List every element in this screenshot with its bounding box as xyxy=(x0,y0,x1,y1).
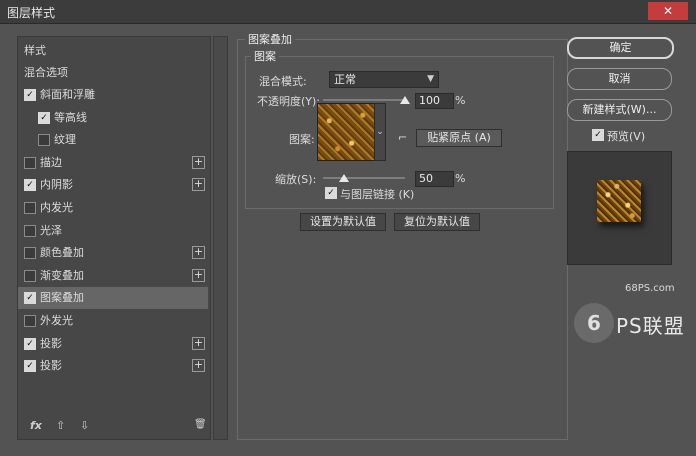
style-list-panel: 样式 混合选项 ✓ 斜面和浮雕 ✓ 等高线 纹理 描边 + ✓ 内阴影 + 内发光 光泽 颜色叠加 + 渐变… xyxy=(17,36,211,440)
blend-mode-value: 正常 xyxy=(334,73,356,86)
cancel-button[interactable]: 取消 xyxy=(567,68,672,90)
add-effect-icon[interactable]: + xyxy=(192,246,205,260)
effect-item[interactable]: 纹理 xyxy=(18,129,208,151)
pattern-swatch[interactable] xyxy=(317,103,375,161)
window-title: 图层样式 xyxy=(7,6,56,20)
effect-item[interactable]: 外发光 xyxy=(18,310,208,332)
scale-percent: % xyxy=(455,172,466,185)
watermark-logo-icon: 6 xyxy=(574,303,614,343)
scale-input[interactable]: 50 xyxy=(415,171,454,187)
set-default-button[interactable]: 设置为默认值 xyxy=(300,213,386,231)
effect-label: 外发光 xyxy=(40,314,73,327)
scale-slider[interactable] xyxy=(323,177,405,179)
effect-label: 描边 xyxy=(40,155,62,169)
effect-item[interactable]: ✓ 等高线 xyxy=(18,107,208,129)
effect-item[interactable]: 颜色叠加 + xyxy=(18,242,208,264)
snap-origin-button[interactable]: 贴紧原点 (A) xyxy=(416,129,502,147)
opacity-percent: % xyxy=(455,94,466,107)
style-preview xyxy=(567,151,672,265)
effect-item[interactable]: ✓ 图案叠加 xyxy=(18,287,208,310)
blend-mode-select[interactable]: 正常 ▼ xyxy=(329,71,439,88)
effect-item[interactable]: ✓ 斜面和浮雕 xyxy=(18,84,208,106)
effect-checkbox[interactable] xyxy=(24,247,36,260)
effect-checkbox[interactable] xyxy=(24,156,36,169)
styles-header[interactable]: 样式 xyxy=(18,40,208,62)
effect-label: 图案叠加 xyxy=(40,291,84,305)
preview-checkbox[interactable]: ✓ xyxy=(592,129,604,141)
preview-label: 预览(V) xyxy=(607,130,646,143)
opacity-slider[interactable] xyxy=(323,99,405,101)
effect-item[interactable]: ✓ 投影 + xyxy=(18,333,208,355)
opacity-slider-thumb[interactable] xyxy=(400,96,410,104)
add-effect-icon[interactable]: + xyxy=(192,178,205,192)
pattern-subgroup-title: 图案 xyxy=(251,48,279,64)
opacity-label: 不透明度(Y): xyxy=(257,95,321,108)
effect-label: 内阴影 xyxy=(40,178,73,192)
effect-label: 内发光 xyxy=(40,201,73,214)
watermark-brand: PS联盟 xyxy=(616,314,685,338)
effect-label: 纹理 xyxy=(54,133,76,147)
effect-item[interactable]: 渐变叠加 + xyxy=(18,265,208,287)
effect-label: 投影 xyxy=(40,359,62,373)
title-bar: 图层样式 ✕ xyxy=(0,0,696,24)
effect-item[interactable]: 光泽 xyxy=(18,220,208,242)
effect-checkbox[interactable]: ✓ xyxy=(24,179,36,192)
pattern-label: 图案: xyxy=(289,133,315,146)
scale-slider-thumb[interactable] xyxy=(338,174,349,182)
scale-label: 缩放(S): xyxy=(275,173,317,186)
link-with-layer-checkbox[interactable]: ✓ xyxy=(325,187,337,199)
trash-icon[interactable]: 🗑 xyxy=(194,419,207,430)
effect-item[interactable]: ✓ 内阴影 + xyxy=(18,174,208,196)
effect-checkbox[interactable]: ✓ xyxy=(38,111,50,124)
close-icon[interactable]: ✕ xyxy=(648,2,688,20)
effect-label: 投影 xyxy=(40,336,62,350)
pattern-overlay-title: 图案叠加 xyxy=(245,31,295,47)
move-down-icon[interactable]: ⇩ xyxy=(80,419,89,432)
effect-checkbox[interactable] xyxy=(38,134,50,147)
effect-label: 光泽 xyxy=(40,223,62,237)
pattern-dropdown-icon[interactable]: ⌄ xyxy=(374,103,386,161)
effect-label: 颜色叠加 xyxy=(40,246,84,260)
add-effect-icon[interactable]: + xyxy=(192,155,205,169)
blend-options-item[interactable]: 混合选项 xyxy=(18,62,208,84)
opacity-input[interactable]: 100 xyxy=(415,93,454,109)
effect-label: 斜面和浮雕 xyxy=(40,88,95,101)
preview-gold-cube xyxy=(597,180,641,222)
effect-checkbox[interactable]: ✓ xyxy=(24,337,36,350)
panel-toolbar: fx ⇧ ⇩ 🗑 xyxy=(28,419,208,439)
watermark-site: 68PS.com xyxy=(625,283,675,294)
style-list-scrollbar[interactable] xyxy=(213,36,228,440)
chevron-down-icon: ▼ xyxy=(427,74,434,84)
effect-checkbox[interactable]: ✓ xyxy=(24,360,36,373)
effect-checkbox[interactable] xyxy=(24,224,36,237)
effect-checkbox[interactable] xyxy=(24,315,36,327)
styles-header-label: 样式 xyxy=(24,44,46,57)
effect-item[interactable]: 描边 + xyxy=(18,152,208,174)
effect-checkbox[interactable] xyxy=(24,269,36,282)
move-up-icon[interactable]: ⇧ xyxy=(56,419,65,432)
add-effect-icon[interactable]: + xyxy=(192,359,205,373)
effect-item[interactable]: ✓ 投影 + xyxy=(18,355,208,377)
effect-label: 渐变叠加 xyxy=(40,268,84,282)
ok-button[interactable]: 确定 xyxy=(567,37,674,59)
new-style-button[interactable]: 新建样式(W)... xyxy=(567,99,672,121)
add-effect-icon[interactable]: + xyxy=(192,336,205,350)
layer-style-dialog: 样式 混合选项 ✓ 斜面和浮雕 ✓ 等高线 纹理 描边 + ✓ 内阴影 + 内发光 光泽 颜色叠加 + 渐变… xyxy=(8,30,689,449)
blend-options-label: 混合选项 xyxy=(24,66,68,79)
effect-checkbox[interactable]: ✓ xyxy=(24,89,36,101)
fx-icon[interactable]: fx xyxy=(30,419,42,432)
reset-default-button[interactable]: 复位为默认值 xyxy=(394,213,480,231)
add-effect-icon[interactable]: + xyxy=(192,268,205,282)
effect-label: 等高线 xyxy=(54,110,87,124)
effect-checkbox[interactable]: ✓ xyxy=(24,292,36,305)
blend-mode-label: 混合模式: xyxy=(259,75,307,88)
effect-item[interactable]: 内发光 xyxy=(18,197,208,219)
link-with-layer-label: 与图层链接 (K) xyxy=(340,188,415,201)
effect-checkbox[interactable] xyxy=(24,202,36,214)
new-preset-icon[interactable]: ⌐ xyxy=(398,131,407,144)
